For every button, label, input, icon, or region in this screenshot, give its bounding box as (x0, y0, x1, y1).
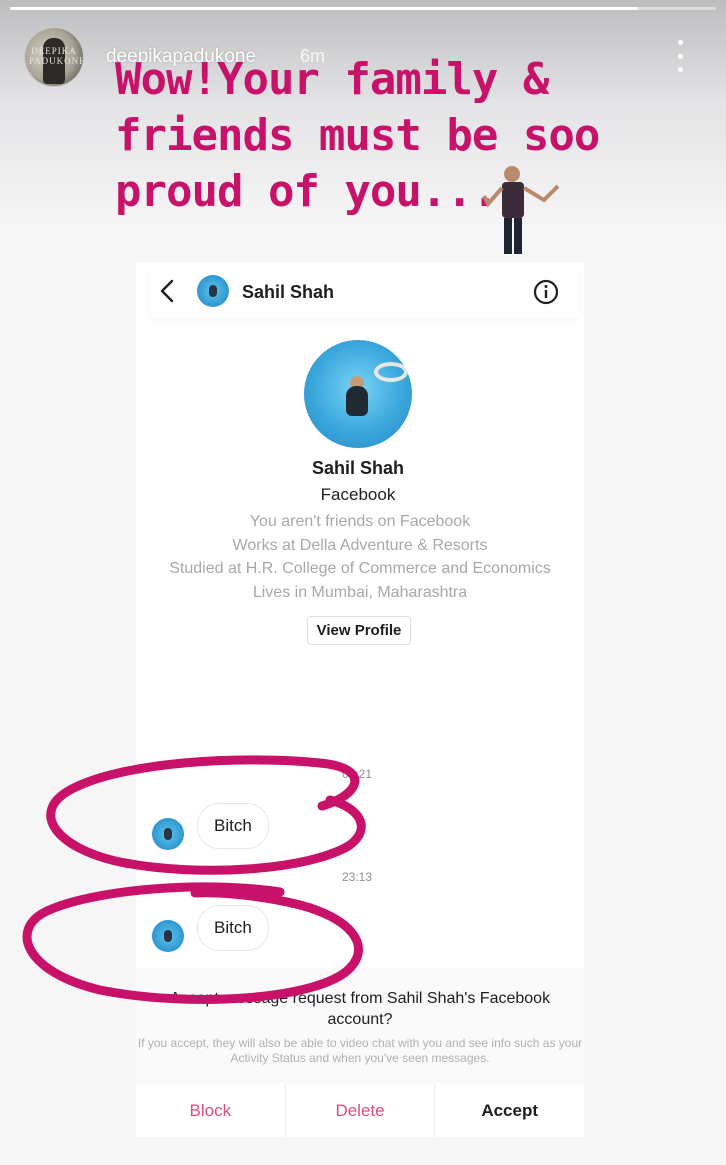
profile-details: You aren't friends on Facebook Works at … (136, 510, 584, 604)
message-request-title: Accept message request from Sahil Shah's… (169, 990, 551, 1028)
message-request-note: If you accept, they will also be able to… (137, 1036, 583, 1065)
caption-line: friends must be soo (115, 110, 600, 161)
profile-name: Sahil Shah (311, 458, 405, 478)
caption-line: Wow!Your family & (115, 54, 549, 105)
chat-header-name[interactable]: Sahil Shah (242, 282, 334, 303)
message-bubble[interactable]: Bitch (197, 905, 269, 951)
block-button[interactable]: Block (136, 1085, 286, 1137)
sender-avatar[interactable] (152, 920, 184, 952)
message-bubble[interactable]: Bitch (197, 803, 269, 849)
profile-source: Facebook (320, 485, 396, 504)
message-timestamp: 00:21 (342, 767, 373, 781)
shrugging-man-sticker (482, 166, 560, 254)
caption-line: proud of you... (115, 166, 498, 217)
story-progress-fill (10, 7, 639, 10)
accept-button[interactable]: Accept (435, 1085, 584, 1137)
info-icon[interactable] (532, 278, 560, 306)
avatar-logo-text: DEEPIKA PADUKONE (29, 46, 84, 66)
delete-button[interactable]: Delete (286, 1085, 436, 1137)
request-actions: Block Delete Accept (136, 1085, 584, 1137)
profile-detail-line: Lives in Mumbai, Maharashtra (252, 583, 468, 601)
sender-avatar[interactable] (152, 818, 184, 850)
story-caption: Wow!Your family & friends must be soo pr… (115, 52, 675, 220)
view-profile-button[interactable]: View Profile (307, 616, 411, 645)
swimmer-body (346, 386, 368, 416)
profile-picture[interactable] (304, 340, 412, 448)
back-arrow-icon[interactable] (156, 278, 180, 304)
pool-float (374, 362, 408, 382)
message-timestamp: 23:13 (342, 870, 373, 884)
story-progress-bar (10, 7, 716, 10)
profile-detail-line: Works at Della Adventure & Resorts (232, 536, 488, 554)
story-avatar[interactable]: DEEPIKA PADUKONE (24, 27, 84, 87)
profile-detail-line: Studied at H.R. College of Commerce and … (169, 560, 551, 577)
profile-detail-line: You aren't friends on Facebook (249, 513, 471, 530)
header-avatar[interactable] (197, 275, 229, 307)
